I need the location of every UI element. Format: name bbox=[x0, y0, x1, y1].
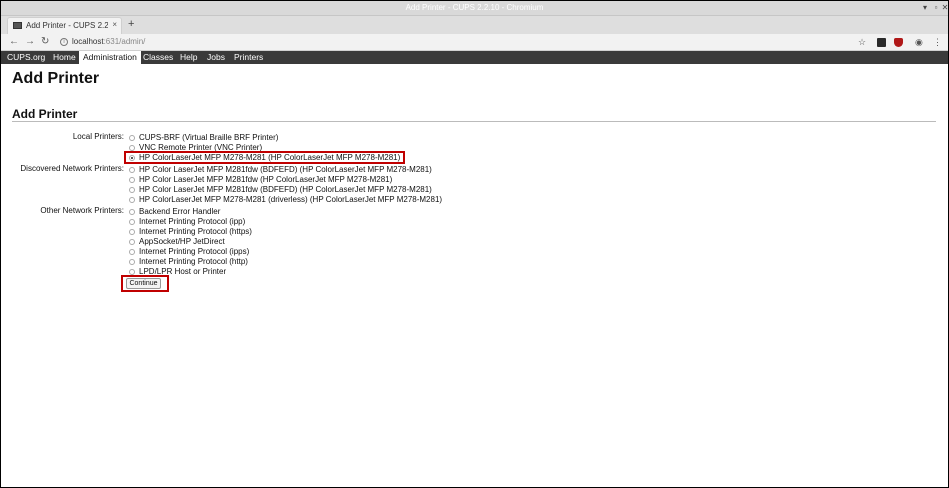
local-printers-label: Local Printers: bbox=[72, 132, 124, 141]
radio-button[interactable] bbox=[129, 259, 135, 265]
printer-option-label: Internet Printing Protocol (ipps) bbox=[139, 247, 250, 256]
printer-option-label: HP ColorLaserJet MFP M278-M281 (driverle… bbox=[139, 195, 443, 204]
printer-option-label: HP Color LaserJet MFP M281fdw (BDFEFD) (… bbox=[139, 165, 432, 174]
title-bar: Add Printer - CUPS 2.2.10 - Chromium ▾ ▫… bbox=[1, 1, 948, 16]
close-window-icon[interactable]: ✕ bbox=[940, 3, 948, 12]
back-arrow-icon[interactable]: ← bbox=[9, 36, 19, 48]
printer-option-label: AppSocket/HP JetDirect bbox=[139, 237, 225, 246]
minimize-icon[interactable]: ▾ bbox=[920, 3, 930, 12]
radio-button[interactable] bbox=[129, 239, 135, 245]
printer-option-label: HP Color LaserJet MFP M281fdw (HP ColorL… bbox=[139, 175, 393, 184]
printer-favicon-icon bbox=[13, 22, 22, 29]
printer-option-label: Internet Printing Protocol (ipp) bbox=[139, 217, 246, 226]
nav-jobs[interactable]: Jobs bbox=[203, 51, 229, 64]
page-title: Add Printer bbox=[12, 70, 100, 87]
address-toolbar: ← → ↻ i localhost:631/admin/ ☆ ◉ ⋮ bbox=[1, 34, 948, 51]
radio-button[interactable] bbox=[129, 219, 135, 225]
info-icon[interactable]: i bbox=[60, 38, 68, 46]
printer-option-label: CUPS-BRF (Virtual Braille BRF Printer) bbox=[139, 133, 279, 142]
printer-option-label: Backend Error Handler bbox=[139, 207, 221, 216]
radio-button[interactable] bbox=[129, 167, 135, 173]
radio-button[interactable] bbox=[129, 229, 135, 235]
nav-help[interactable]: Help bbox=[176, 51, 201, 64]
nav-classes[interactable]: Classes bbox=[139, 51, 177, 64]
account-icon[interactable]: ◉ bbox=[915, 37, 923, 48]
tab-close-icon[interactable]: × bbox=[112, 20, 117, 29]
browser-window: Add Printer - CUPS 2.2.10 - Chromium ▾ ▫… bbox=[1, 1, 948, 487]
kebab-menu-icon[interactable]: ⋮ bbox=[933, 37, 942, 48]
discovered-printers-label: Discovered Network Printers: bbox=[20, 164, 124, 173]
browser-tab[interactable]: Add Printer - CUPS 2.2.1 × bbox=[7, 17, 122, 34]
other-printers-label: Other Network Printers: bbox=[40, 206, 124, 215]
address-field[interactable]: localhost:631/admin/ bbox=[72, 37, 145, 46]
tab-title: Add Printer - CUPS 2.2.1 bbox=[26, 21, 108, 30]
url-path: :631/admin/ bbox=[103, 37, 146, 46]
extension-icon[interactable] bbox=[877, 38, 886, 47]
radio-button[interactable] bbox=[129, 187, 135, 193]
nav-printers[interactable]: Printers bbox=[230, 51, 267, 64]
radio-button[interactable] bbox=[129, 197, 135, 203]
radio-button[interactable] bbox=[129, 209, 135, 215]
tab-strip: Add Printer - CUPS 2.2.1 × + bbox=[1, 16, 948, 34]
shield-icon[interactable] bbox=[894, 38, 903, 47]
radio-button[interactable] bbox=[129, 177, 135, 183]
nav-cups-org[interactable]: CUPS.org bbox=[3, 51, 49, 64]
section-title: Add Printer bbox=[12, 107, 78, 121]
radio-button[interactable] bbox=[129, 135, 135, 141]
printer-option-label: HP Color LaserJet MFP M281fdw (BDFEFD) (… bbox=[139, 185, 432, 194]
star-icon[interactable]: ☆ bbox=[858, 37, 866, 48]
nav-administration[interactable]: Administration bbox=[79, 51, 141, 64]
printer-option-label: Internet Printing Protocol (http) bbox=[139, 257, 248, 266]
reload-icon[interactable]: ↻ bbox=[41, 36, 49, 48]
radio-button[interactable] bbox=[129, 249, 135, 255]
printer-option-label: Internet Printing Protocol (https) bbox=[139, 227, 252, 236]
forward-arrow-icon[interactable]: → bbox=[25, 36, 35, 48]
url-host: localhost bbox=[72, 37, 104, 46]
nav-home[interactable]: Home bbox=[49, 51, 80, 64]
new-tab-icon[interactable]: + bbox=[128, 18, 134, 30]
continue-highlight-box bbox=[121, 275, 169, 292]
selection-highlight-box bbox=[124, 151, 405, 164]
section-divider bbox=[12, 121, 936, 122]
window-title: Add Printer - CUPS 2.2.10 - Chromium bbox=[405, 3, 544, 12]
cups-navigation: CUPS.org Home Administration Classes Hel… bbox=[1, 51, 948, 64]
